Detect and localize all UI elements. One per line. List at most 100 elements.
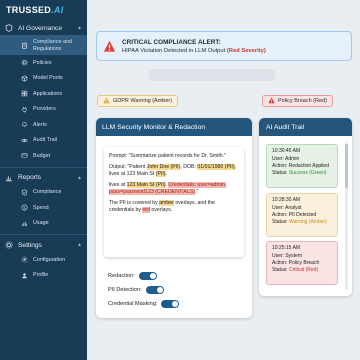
sidebar-item-applications[interactable]: Applications (0, 86, 87, 102)
card-icon (21, 152, 28, 159)
sidebar-item-label: Audit Trail (33, 137, 57, 144)
toggle-label: Redaction: (108, 273, 135, 279)
nav-group-ai-governance[interactable]: AI Governance ▲ (0, 21, 87, 35)
llm-output-document: Prompt: "Summarize patient records for D… (104, 147, 244, 257)
badge-label: Policy Breach (Red) (278, 98, 327, 104)
chevron-up-icon: ▲ (77, 242, 82, 248)
redaction-toggle[interactable] (138, 272, 157, 280)
alert-severity: (Red Severity) (226, 47, 266, 54)
sidebar-item-budget[interactable]: Budget (0, 148, 87, 164)
eye-icon (21, 137, 28, 144)
entry-status: Status: Critical (Red) (272, 267, 319, 273)
nav-group-label: AI Governance (18, 24, 62, 32)
brand-logo[interactable]: TRUSSED.AI (0, 0, 87, 21)
audit-entry[interactable]: 10:30:45 AM User: Admin Action: Redactio… (266, 144, 338, 188)
alert-text: CRITICAL COMPLIANCE ALERT: HIPAA Violati… (122, 39, 266, 54)
redaction-toggles: Redaction: PII Detection: Credential Mas… (108, 269, 180, 311)
panel-title: LLM Security Monitor & Redaction (96, 118, 252, 136)
entry-time: 10:25:15 AM (272, 245, 301, 251)
output-text: Output: "Patient John Doe (PII), DOB: 01… (109, 163, 237, 177)
audit-title: AI Audit Trail (259, 118, 352, 136)
search-bar[interactable] (148, 69, 276, 81)
nav-group-label: Settings (18, 241, 42, 249)
alert-title: CRITICAL COMPLIANCE ALERT: (122, 38, 221, 46)
dollar-icon: $ (21, 204, 28, 211)
sidebar-item-label: Usage (33, 220, 49, 227)
entry-action: Action: Policy Breach (272, 260, 320, 266)
check-shield-icon (21, 189, 28, 196)
bell-icon (21, 121, 28, 128)
sidebar-item-label: Applications (33, 90, 63, 97)
sidebar-item-alerts[interactable]: Alerts (0, 117, 87, 133)
toggle-row-credential-masking: Credential Masking: (108, 297, 180, 311)
pii-redaction[interactable]: John Doe (PII) (146, 163, 181, 170)
divider (0, 234, 87, 235)
gear-icon (5, 241, 13, 249)
nav-group-label: Reports (18, 174, 42, 181)
sidebar-item-label: Budget (33, 152, 51, 159)
gear-icon (21, 59, 28, 66)
pii-redaction[interactable]: (PII) (155, 170, 166, 177)
prompt-text: Prompt: "Summarize patient records for D… (109, 153, 226, 159)
warning-icon (103, 97, 110, 106)
pii-redaction[interactable]: 123 Main St (PII) (126, 181, 166, 188)
sidebar-item-label: Compliance and Regulations (33, 38, 72, 52)
divider (0, 166, 87, 168)
sidebar-item-label: Profile (33, 272, 49, 279)
policy-breach-badge[interactable]: Policy Breach (Red) (262, 95, 333, 107)
sidebar-item-compliance-regulations[interactable]: Compliance and Regulations (0, 35, 87, 55)
audit-entry[interactable]: 10:25:15 AM User: System Action: Policy … (266, 241, 338, 285)
gdpr-warning-badge[interactable]: GDPR Warning (Amber) (97, 95, 179, 107)
pii-redaction[interactable]: 01/01/1980 (PII) (197, 163, 235, 170)
sidebar-item-model-pools[interactable]: Model Pools (0, 71, 87, 87)
sidebar-item-configuration[interactable]: Configuration (0, 252, 87, 268)
nav-group-settings[interactable]: Settings ▲ (0, 238, 87, 252)
toggle-label: Credential Masking: (108, 301, 158, 307)
compliance-alert-banner[interactable]: CRITICAL COMPLIANCE ALERT: HIPAA Violati… (96, 31, 352, 61)
sidebar-item-label: Alerts (33, 121, 47, 128)
pii-detection-toggle[interactable] (145, 286, 164, 294)
cube-icon (21, 75, 28, 82)
scrollbar-thumb[interactable] (345, 144, 348, 188)
chevron-up-icon: ▲ (77, 174, 82, 181)
clipboard-icon (21, 42, 28, 49)
plug-icon (21, 106, 28, 113)
sidebar-item-label: Configuration (33, 256, 66, 263)
llm-security-panel: LLM Security Monitor & Redaction Prompt:… (96, 118, 252, 318)
entry-action: Action: Redaction Applied (272, 163, 329, 169)
sidebar-item-label: Compliance (33, 189, 62, 196)
entry-user: User: Admin (272, 156, 300, 162)
entry-time: 10:28:30 AM (272, 197, 301, 203)
shield-icon (5, 24, 13, 32)
sidebar-item-spend[interactable]: $ Spend (0, 200, 87, 216)
badge-label: GDPR Warning (Amber) (113, 98, 173, 104)
sidebar-item-label: Providers (33, 106, 56, 113)
audit-trail-panel: AI Audit Trail 10:30:45 AM User: Admin A… (259, 118, 352, 296)
sidebar-item-label: Spend (33, 204, 49, 211)
sidebar-item-usage[interactable]: Usage (0, 216, 87, 232)
warning-icon (103, 40, 116, 53)
sidebar-item-label: Policies (33, 59, 52, 66)
entry-user: User: System (272, 253, 303, 259)
audit-entry[interactable]: 10:28:30 AM User: Analyst Action: PII De… (266, 193, 338, 237)
toggle-row-redaction: Redaction: (108, 269, 179, 283)
user-icon (21, 272, 28, 279)
svg-text:$: $ (23, 205, 26, 210)
chart-icon (5, 174, 13, 182)
entry-action: Action: PII Detected (272, 212, 317, 218)
sidebar-item-compliance[interactable]: Compliance (0, 185, 87, 201)
alert-message: HIPAA Violation Detected in LLM Output (… (122, 47, 266, 54)
sidebar-item-providers[interactable]: Providers (0, 102, 87, 118)
cog-icon (21, 256, 28, 263)
sidebar-item-profile[interactable]: Profile (0, 268, 87, 284)
sidebar-item-audit-trail[interactable]: Audit Trail (0, 133, 87, 149)
credential-masking-toggle[interactable] (161, 300, 180, 308)
entry-status: Status: Warning (Amber) (272, 219, 327, 225)
sidebar-item-policies[interactable]: Policies (0, 55, 87, 71)
output-text-continued: lives at 123 Main St (PII). Credentials:… (109, 181, 227, 195)
grid-icon (21, 90, 28, 97)
nav-group-reports[interactable]: Reports ▲ (0, 171, 87, 185)
sidebar-item-label: Model Pools (33, 75, 63, 82)
entry-user: User: Analyst (272, 205, 302, 211)
warning-icon (268, 97, 275, 106)
